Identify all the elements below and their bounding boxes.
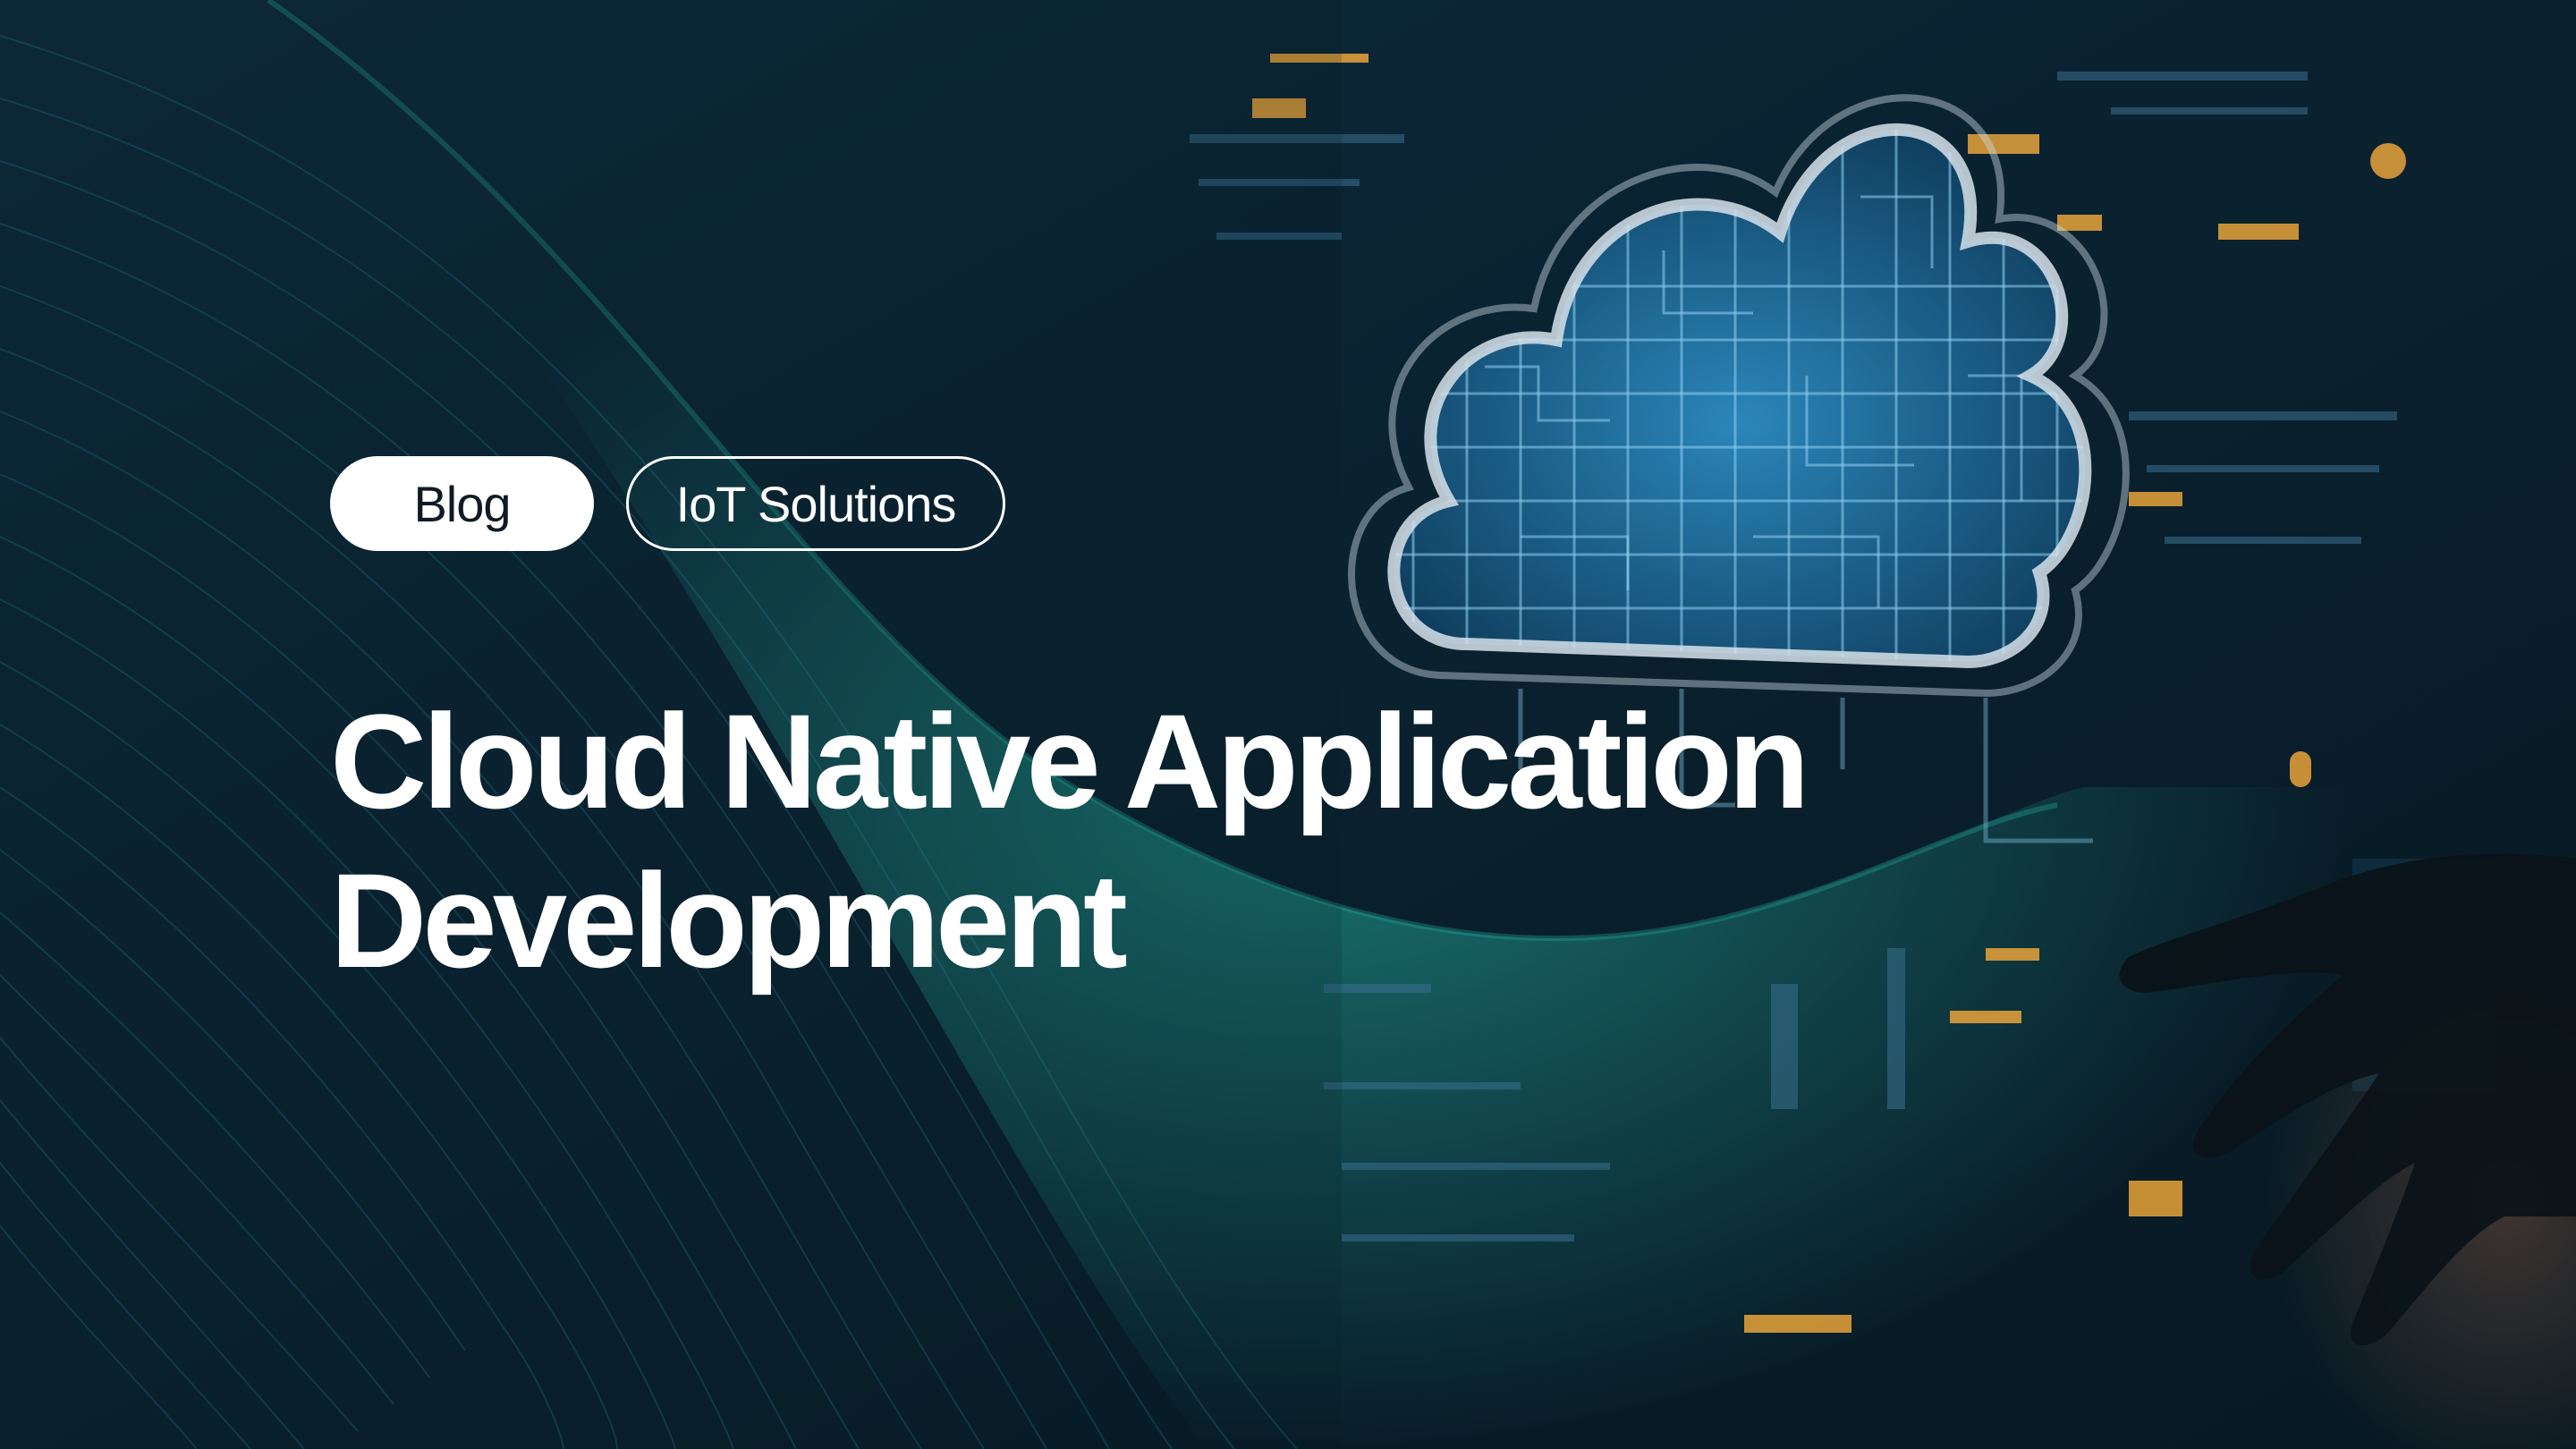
- page-title: Cloud Native Application Development: [330, 682, 2029, 1000]
- page-title-line-2: Development: [330, 845, 1128, 996]
- tag-iot-solutions[interactable]: IoT Solutions: [626, 456, 1005, 551]
- tag-list: Blog IoT Solutions: [330, 456, 1005, 551]
- page-title-line-1: Cloud Native Application: [330, 686, 1810, 836]
- tag-blog[interactable]: Blog: [330, 456, 594, 551]
- blog-hero-banner: Blog IoT Solutions Cloud Native Applicat…: [0, 0, 2576, 1449]
